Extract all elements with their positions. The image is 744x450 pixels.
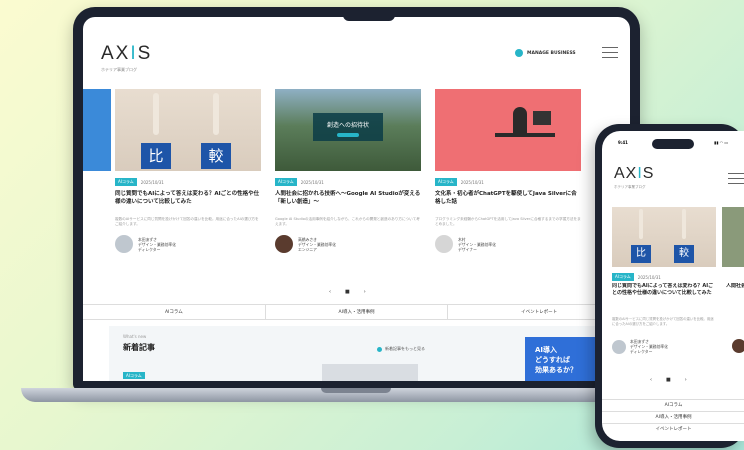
laptop-base	[21, 388, 693, 402]
category-link[interactable]: イベントレポート	[602, 423, 744, 435]
article-title[interactable]: 文化系・初心者がChatGPTを駆使してJava Silverに合格した話	[435, 190, 581, 214]
status-time: 9:41	[618, 140, 628, 145]
site-logo[interactable]: AXIS	[101, 43, 152, 65]
article-card[interactable]: 創造への招待状 AIコラム 2025/10/31 人間社会に招かれる技術へ〜Go…	[275, 89, 421, 253]
laptop-screen: AXIS ホテリア事業ブログ MANAGE BUSINESS 比 較 AIコラム…	[83, 17, 630, 381]
compare-block: 較	[674, 245, 694, 263]
hamburger-menu-icon[interactable]	[728, 173, 744, 184]
author-org: デザイン・業務効率化	[298, 241, 336, 247]
site-logo-subtitle: ホテリア事業ブログ	[101, 67, 137, 72]
prev-arrow-icon[interactable]: ‹	[329, 289, 331, 295]
article-title[interactable]: 同じ質問でもAIによって答えは変わる？AIごとの性格や仕様の違いについて比較して…	[115, 190, 261, 214]
article-thumbnail	[83, 89, 111, 171]
phone-device: 9:41 ▮▮ ◠ ▭ AXIS ホテリア事業ブログ 比 較 AIコラム 202…	[595, 124, 744, 448]
author-avatar	[435, 235, 453, 253]
post-date: 2025/10/31	[300, 179, 324, 185]
author-avatar	[612, 339, 626, 354]
author-role: ディレクター	[138, 246, 161, 252]
compare-block: 比	[631, 245, 651, 263]
contact-button[interactable]: MANAGE BUSINESS	[515, 49, 576, 57]
phone-screen: 9:41 ▮▮ ◠ ▭ AXIS ホテリア事業ブログ 比 較 AIコラム 202…	[602, 131, 744, 441]
post-date: 2025/10/31	[460, 179, 484, 185]
article-thumbnail: 創造への招待状	[275, 89, 421, 171]
carousel-pager: ‹ ■ ›	[329, 289, 366, 295]
post-date: 2025/10/31	[140, 179, 164, 185]
article-carousel: 比 較 AIコラム 2025/10/31 同じ質問でもAIによって答えは変わる？…	[83, 89, 630, 259]
category-link[interactable]: AIコラム	[602, 399, 744, 411]
trackpad-notch	[321, 388, 391, 393]
author-role: デザイナー	[458, 246, 477, 252]
pager-dot[interactable]: ■	[345, 289, 350, 295]
status-icons: ▮▮ ◠ ▭	[714, 140, 729, 145]
author-info: 木村 デザイン・業務効率化 デザイナー	[435, 235, 581, 253]
category-link[interactable]: AIコラム	[83, 305, 266, 319]
article-thumbnail[interactable]	[322, 364, 418, 381]
category-tag[interactable]: AIコラム	[123, 372, 145, 379]
category-nav: AIコラム AI導入・活用事例 イベントレポート	[602, 399, 744, 435]
article-thumbnail[interactable]	[722, 207, 744, 267]
category-tag[interactable]: AIコラム	[275, 178, 297, 186]
author-org: デザイン・業務効率化	[458, 241, 496, 247]
author-avatar	[732, 339, 744, 353]
dynamic-island	[652, 139, 694, 149]
category-tag[interactable]: AIコラム	[435, 178, 457, 186]
category-tag[interactable]: AIコラム	[612, 273, 634, 281]
prev-arrow-icon[interactable]: ‹	[650, 377, 652, 383]
contact-icon	[515, 49, 523, 57]
author-info: 本田あずさ デザイン・業務効率化 ディレクター	[612, 339, 668, 354]
view-all-link[interactable]: 新着記事をもっと見る	[377, 346, 425, 352]
site-header: AXIS ホテリア事業ブログ MANAGE BUSINESS	[83, 17, 630, 81]
category-link[interactable]: AI導入・活用事例	[602, 411, 744, 423]
section-title: 新着記事	[123, 343, 155, 352]
next-arrow-icon[interactable]: ›	[685, 377, 687, 383]
article-title[interactable]: 人間社会に招かれる技術へ〜Google AI Studioが変える「新しい創造」…	[275, 190, 421, 214]
article-thumbnail	[435, 89, 581, 171]
hamburger-menu-icon[interactable]	[602, 47, 618, 59]
article-title[interactable]: 人間社会 Google 創造	[726, 283, 744, 311]
author-info: 本田あずさ デザイン・業務効率化 ディレクター	[115, 235, 261, 253]
site-logo-subtitle: ホテリア事業ブログ	[614, 185, 646, 189]
author-org: デザイン・業務効率化	[138, 241, 176, 247]
arrow-circle-icon	[377, 346, 382, 352]
author-avatar	[115, 235, 133, 253]
article-thumbnail: 比 較	[115, 89, 261, 171]
post-date: 2025/10/31	[637, 274, 661, 280]
laptop-device: AXIS ホテリア事業ブログ MANAGE BUSINESS 比 較 AIコラム…	[73, 7, 640, 390]
thumbnail-banner: 創造への招待状	[313, 113, 383, 141]
article-thumbnail[interactable]: 比 較	[612, 207, 716, 267]
article-excerpt: プログラミング未経験からChatGPTを活用してJava Silverに合格する…	[435, 217, 581, 226]
author-avatar	[275, 235, 293, 253]
author-role: ディレクター	[630, 349, 653, 354]
compare-block: 比	[141, 143, 171, 169]
pager-dot[interactable]: ■	[666, 377, 671, 383]
compare-block: 較	[201, 143, 231, 169]
site-logo[interactable]: AXIS	[614, 165, 654, 183]
article-excerpt: 複数のAIサービスに同じ質問を投げかけて回答の違いを比較。用途に合ったAIの選び…	[612, 317, 714, 326]
laptop-notch	[343, 7, 395, 21]
article-excerpt: Google AI Studioの活用事例を紹介しながら、これからの開発と創造の…	[275, 217, 420, 226]
section-eyebrow: What's new	[123, 334, 147, 339]
article-card[interactable]: AIコラム 2025/10/31 文化系・初心者がChatGPTを駆使してJav…	[435, 89, 581, 253]
next-arrow-icon[interactable]: ›	[364, 289, 366, 295]
carousel-pager: ‹ ■ ›	[650, 377, 687, 383]
category-tag[interactable]: AIコラム	[115, 178, 137, 186]
author-info: 高橋みさき デザイン・業務効率化 エンジニア	[275, 235, 421, 253]
article-card[interactable]: 比 較 AIコラム 2025/10/31 同じ質問でもAIによって答えは変わる？…	[115, 89, 261, 253]
article-card[interactable]	[83, 89, 111, 218]
category-link[interactable]: AI導入・活用事例	[266, 305, 449, 319]
author-role: エンジニア	[298, 246, 317, 252]
article-excerpt: 複数のAIサービスに同じ質問を投げかけて回答の違いを比較。用途に合ったAIの選び…	[115, 217, 259, 226]
article-title[interactable]: 同じ質問でもAIによって答えは変わる？AIごとの性格や仕様の違いについて比較して…	[612, 283, 716, 311]
category-nav: AIコラム AI導入・活用事例 イベントレポート	[83, 304, 630, 320]
